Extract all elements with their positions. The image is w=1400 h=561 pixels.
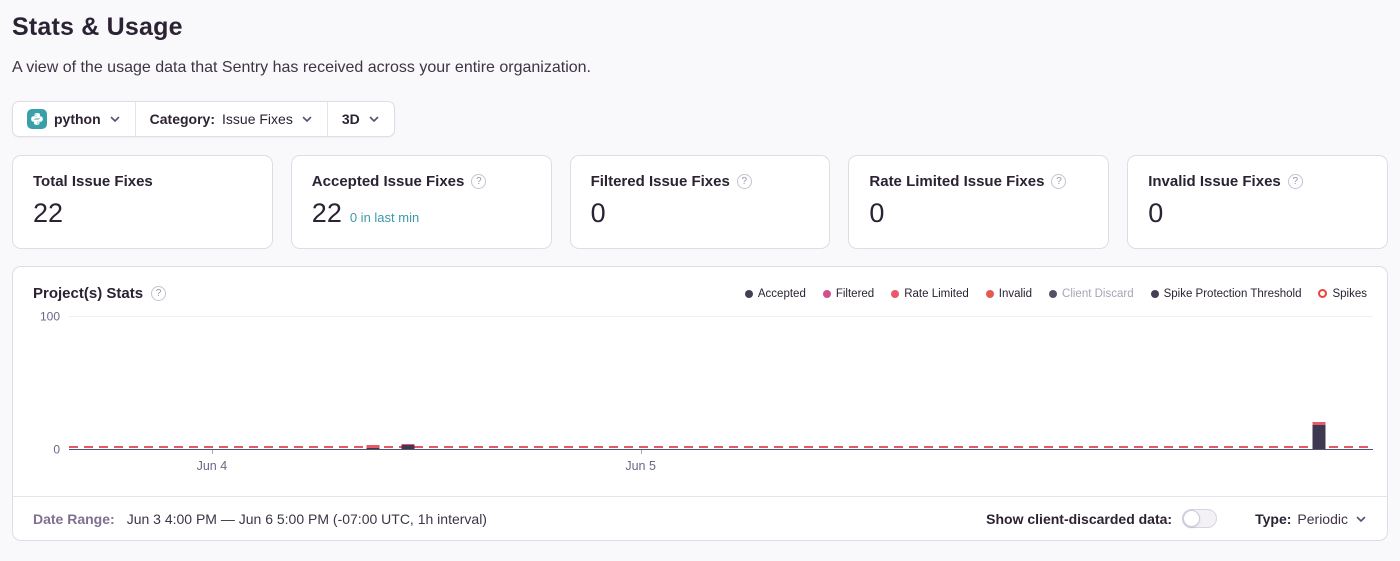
- x-axis-tick-label: Jun 5: [625, 459, 656, 473]
- legend-label: Spikes: [1332, 288, 1367, 300]
- chevron-down-icon: [109, 113, 121, 125]
- python-logo-icon: [27, 109, 47, 129]
- chart-legend: Accepted Filtered Rate Limited Invalid Clien…: [745, 288, 1367, 300]
- filter-bar: python Category: Issue Fixes 3D: [12, 101, 395, 137]
- card-value: 0: [1148, 198, 1163, 229]
- card-rate-limited-issue-fixes: Rate Limited Issue Fixes ? 0: [848, 155, 1109, 249]
- card-filtered-issue-fixes: Filtered Issue Fixes ? 0: [570, 155, 831, 249]
- legend-item-rate-limited[interactable]: Rate Limited: [891, 288, 969, 300]
- legend-item-invalid[interactable]: Invalid: [986, 288, 1032, 300]
- legend-dot-icon: [823, 290, 831, 298]
- legend-label: Invalid: [999, 288, 1032, 300]
- legend-item-filtered[interactable]: Filtered: [823, 288, 874, 300]
- stats-usage-page: Stats & Usage A view of the usage data t…: [0, 0, 1400, 541]
- x-axis-tick-label: Jun 4: [197, 459, 228, 473]
- stat-cards-row: Total Issue Fixes 22 Accepted Issue Fixe…: [12, 155, 1388, 249]
- y-axis-tick-label: 0: [53, 442, 60, 456]
- chart-y-axis: 100 0: [13, 316, 69, 450]
- page-subtitle: A view of the usage data that Sentry has…: [12, 59, 1388, 77]
- legend-dot-icon: [891, 290, 899, 298]
- period-filter-dropdown[interactable]: 3D: [327, 102, 394, 136]
- page-title: Stats & Usage: [12, 0, 1388, 42]
- chart-plot: [69, 316, 1373, 450]
- category-filter-dropdown[interactable]: Category: Issue Fixes: [135, 102, 327, 136]
- card-title: Invalid Issue Fixes: [1148, 173, 1281, 190]
- legend-dot-icon: [745, 290, 753, 298]
- type-value: Periodic: [1297, 511, 1348, 527]
- project-filter-dropdown[interactable]: python: [13, 102, 135, 136]
- gridline: [69, 316, 1373, 317]
- project-filter-value: python: [54, 111, 101, 127]
- help-icon[interactable]: ?: [1051, 174, 1066, 189]
- legend-label: Spike Protection Threshold: [1164, 288, 1302, 300]
- chevron-down-icon: [1355, 513, 1367, 525]
- help-icon[interactable]: ?: [151, 286, 166, 301]
- chart-area: 100 0: [13, 302, 1387, 450]
- legend-item-accepted[interactable]: Accepted: [745, 288, 806, 300]
- legend-item-spike-protection-threshold[interactable]: Spike Protection Threshold: [1151, 288, 1302, 300]
- legend-label: Accepted: [758, 288, 806, 300]
- chart-footer: Date Range: Jun 3 4:00 PM — Jun 6 5:00 P…: [13, 496, 1387, 540]
- period-filter-value: 3D: [342, 111, 360, 127]
- help-icon[interactable]: ?: [1288, 174, 1303, 189]
- legend-dot-icon: [1151, 290, 1159, 298]
- chart-bar[interactable]: [402, 444, 415, 449]
- card-value: 22: [33, 198, 63, 229]
- legend-item-spikes[interactable]: Spikes: [1318, 288, 1367, 300]
- card-value: 0: [591, 198, 606, 229]
- toggle-knob: [1183, 510, 1200, 527]
- card-title: Accepted Issue Fixes: [312, 173, 465, 190]
- legend-label: Filtered: [836, 288, 874, 300]
- spike-protection-threshold-line: [69, 446, 1373, 448]
- chevron-down-icon: [368, 113, 380, 125]
- chevron-down-icon: [301, 113, 313, 125]
- panel-title: Project(s) Stats: [33, 285, 143, 302]
- category-filter-label: Category:: [150, 111, 215, 127]
- bar-segment-accepted: [366, 448, 379, 450]
- card-value: 22: [312, 198, 342, 229]
- legend-dot-icon: [986, 290, 994, 298]
- card-subtext: 0 in last min: [350, 210, 419, 225]
- legend-item-client-discard[interactable]: Client Discard: [1049, 288, 1134, 300]
- date-range-value: Jun 3 4:00 PM — Jun 6 5:00 PM (-07:00 UT…: [127, 511, 487, 527]
- chart-bar[interactable]: [366, 445, 379, 449]
- client-discard-toggle-label: Show client-discarded data:: [986, 511, 1172, 527]
- chart-x-axis: Jun 4 Jun 5: [69, 450, 1373, 482]
- help-icon[interactable]: ?: [737, 174, 752, 189]
- legend-dot-icon: [1049, 290, 1057, 298]
- x-axis-tick-mark: [212, 450, 213, 454]
- category-filter-value: Issue Fixes: [222, 111, 293, 127]
- legend-ring-icon: [1318, 289, 1327, 298]
- card-title: Rate Limited Issue Fixes: [869, 173, 1044, 190]
- card-title: Filtered Issue Fixes: [591, 173, 730, 190]
- help-icon[interactable]: ?: [471, 174, 486, 189]
- card-total-issue-fixes: Total Issue Fixes 22: [12, 155, 273, 249]
- card-value: 0: [869, 198, 884, 229]
- card-title: Total Issue Fixes: [33, 173, 153, 190]
- y-axis-tick-label: 100: [40, 310, 60, 324]
- card-accepted-issue-fixes: Accepted Issue Fixes ? 22 0 in last min: [291, 155, 552, 249]
- chart-bar[interactable]: [1313, 422, 1326, 449]
- client-discard-toggle[interactable]: [1182, 509, 1217, 528]
- date-range-label: Date Range:: [33, 511, 115, 527]
- legend-label: Client Discard: [1062, 288, 1134, 300]
- type-dropdown[interactable]: Type: Periodic: [1255, 511, 1367, 527]
- x-axis-tick-mark: [641, 450, 642, 454]
- project-stats-panel: Project(s) Stats ? Accepted Filtered Rate …: [12, 266, 1388, 541]
- legend-label: Rate Limited: [904, 288, 969, 300]
- bar-segment-accepted: [1313, 425, 1326, 449]
- type-label: Type:: [1255, 511, 1291, 527]
- card-invalid-issue-fixes: Invalid Issue Fixes ? 0: [1127, 155, 1388, 249]
- bar-segment-accepted: [402, 445, 415, 449]
